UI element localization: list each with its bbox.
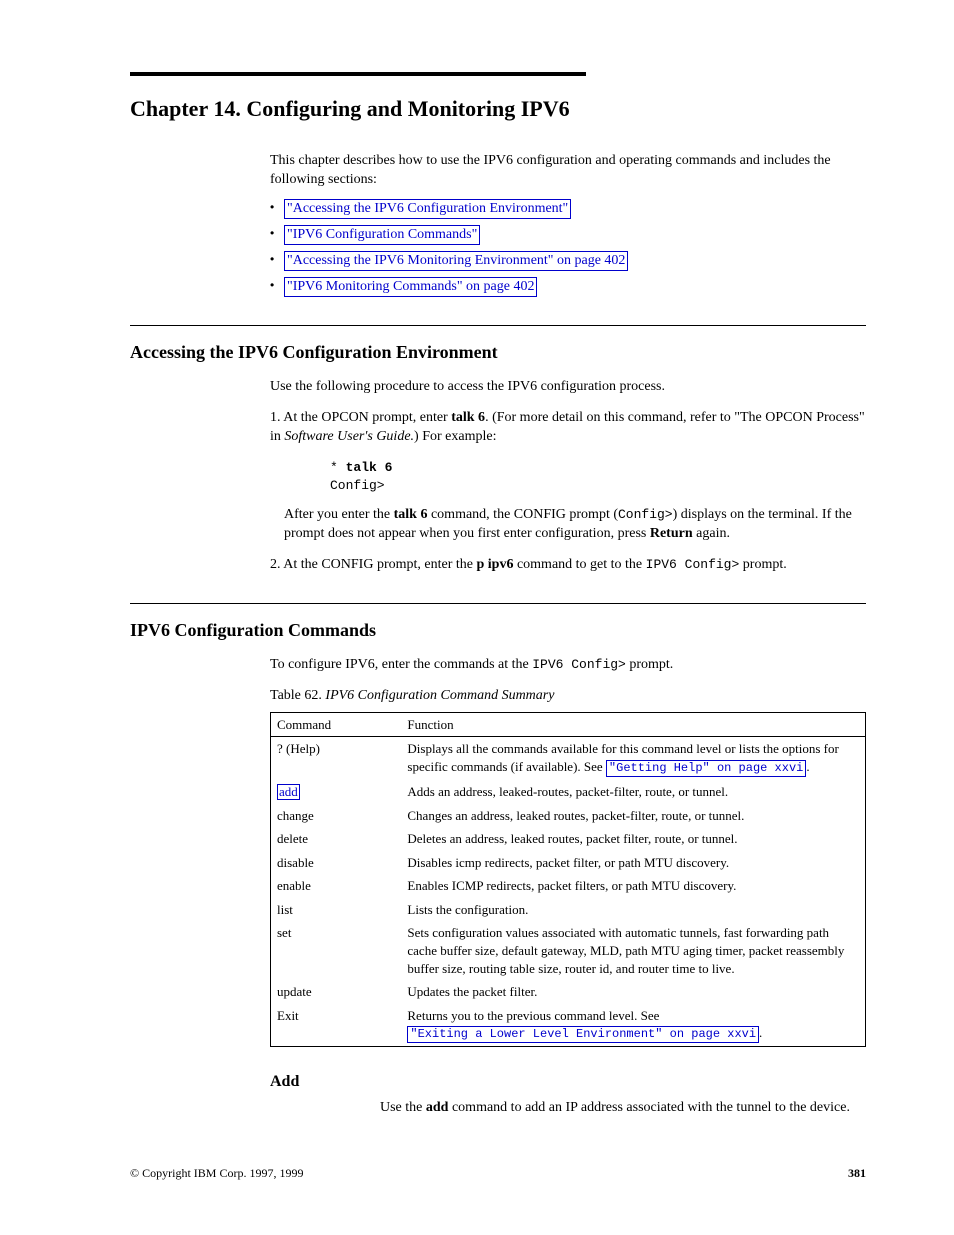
- chapter-rule: [130, 72, 586, 76]
- cmd-cell: enable: [271, 874, 402, 898]
- cmd-cell: delete: [271, 827, 402, 851]
- cross-ref-link[interactable]: "Getting Help" on page xxvi: [606, 760, 806, 777]
- table-row: set Sets configuration values associated…: [271, 921, 866, 980]
- cmd-cell: add: [271, 780, 402, 804]
- body-text: Use the add command to add an IP address…: [380, 1099, 866, 1118]
- func-cell: Disables icmp redirects, packet filter, …: [401, 851, 865, 875]
- table-row: add Adds an address, leaked-routes, pack…: [271, 780, 866, 804]
- toc-link[interactable]: "IPV6 Monitoring Commands" on page 402: [284, 277, 537, 296]
- col-header-function: Function: [401, 712, 865, 737]
- cmd-cell: ? (Help): [271, 737, 402, 780]
- section-rule: [130, 325, 866, 326]
- section-heading-config-commands: IPV6 Configuration Commands: [130, 618, 866, 642]
- table-row: Exit Returns you to the previous command…: [271, 1004, 866, 1047]
- cmd-cell: list: [271, 898, 402, 922]
- cmd-cell: update: [271, 980, 402, 1004]
- func-cell: Returns you to the previous command leve…: [401, 1004, 865, 1047]
- toc-link[interactable]: "Accessing the IPV6 Configuration Enviro…: [284, 199, 571, 218]
- table-row: disable Disables icmp redirects, packet …: [271, 851, 866, 875]
- toc-item: "Accessing the IPV6 Configuration Enviro…: [270, 199, 866, 219]
- func-cell: Displays all the commands available for …: [401, 737, 865, 780]
- body-text: Use the following procedure to access th…: [270, 378, 866, 397]
- subsection-heading-add: Add: [270, 1071, 866, 1093]
- cmd-cell: change: [271, 804, 402, 828]
- func-cell: Deletes an address, leaked routes, packe…: [401, 827, 865, 851]
- cmd-cell: disable: [271, 851, 402, 875]
- code-block: * talk 6 Config>: [330, 459, 866, 494]
- toc-link[interactable]: "Accessing the IPV6 Monitoring Environme…: [284, 251, 628, 270]
- cmd-cell: set: [271, 921, 402, 980]
- toc-item: "IPV6 Monitoring Commands" on page 402: [270, 277, 866, 297]
- table-row: ? (Help) Displays all the commands avail…: [271, 737, 866, 780]
- toc-list: "Accessing the IPV6 Configuration Enviro…: [270, 199, 866, 297]
- table-row: list Lists the configuration.: [271, 898, 866, 922]
- page-number: 381: [848, 1165, 866, 1181]
- cross-ref-link[interactable]: "Exiting a Lower Level Environment" on p…: [407, 1026, 759, 1043]
- chapter-title: Chapter 14. Configuring and Monitoring I…: [130, 94, 866, 124]
- func-cell: Enables ICMP redirects, packet filters, …: [401, 874, 865, 898]
- body-text: After you enter the talk 6 command, the …: [284, 506, 866, 544]
- step-2: 2. At the CONFIG prompt, enter the p ipv…: [270, 556, 866, 575]
- command-summary-table: Command Function ? (Help) Displays all t…: [270, 712, 866, 1047]
- func-cell: Adds an address, leaked-routes, packet-f…: [401, 780, 865, 804]
- func-cell: Lists the configuration.: [401, 898, 865, 922]
- cmd-link[interactable]: add: [277, 784, 300, 800]
- func-cell: Sets configuration values associated wit…: [401, 921, 865, 980]
- table-row: update Updates the packet filter.: [271, 980, 866, 1004]
- cmd-cell: Exit: [271, 1004, 402, 1047]
- intro-paragraph: This chapter describes how to use the IP…: [270, 152, 866, 190]
- toc-item: "IPV6 Configuration Commands": [270, 225, 866, 245]
- col-header-command: Command: [271, 712, 402, 737]
- func-cell: Updates the packet filter.: [401, 980, 865, 1004]
- toc-link[interactable]: "IPV6 Configuration Commands": [284, 225, 480, 244]
- body-text: To configure IPV6, enter the commands at…: [270, 656, 866, 675]
- copyright-notice: © Copyright IBM Corp. 1997, 1999: [130, 1165, 303, 1181]
- section-heading-accessing-config: Accessing the IPV6 Configuration Environ…: [130, 340, 866, 364]
- toc-item: "Accessing the IPV6 Monitoring Environme…: [270, 251, 866, 271]
- table-row: enable Enables ICMP redirects, packet fi…: [271, 874, 866, 898]
- func-cell: Changes an address, leaked routes, packe…: [401, 804, 865, 828]
- section-rule: [130, 603, 866, 604]
- step-1: 1. At the OPCON prompt, enter talk 6. (F…: [270, 409, 866, 447]
- table-row: change Changes an address, leaked routes…: [271, 804, 866, 828]
- table-row: delete Deletes an address, leaked routes…: [271, 827, 866, 851]
- table-caption: Table 62. IPV6 Configuration Command Sum…: [270, 687, 866, 706]
